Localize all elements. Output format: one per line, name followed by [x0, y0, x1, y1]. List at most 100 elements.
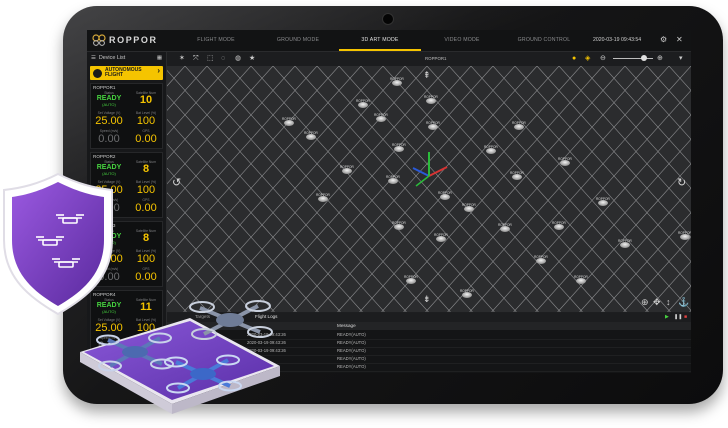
pause-icon[interactable]: ❚❚	[674, 314, 682, 320]
record-icon[interactable]: ●	[572, 54, 576, 63]
axis-gizmo	[412, 152, 448, 187]
grid-view-icon[interactable]: ▦	[157, 55, 162, 61]
anchor-icon[interactable]: ⚓	[678, 298, 689, 307]
drone-marker[interactable]: ROPPOR	[404, 275, 419, 284]
grid-line	[167, 192, 275, 312]
grid-line	[167, 66, 340, 258]
grid-line	[167, 69, 385, 312]
stop-icon[interactable]: ■	[684, 314, 687, 320]
grid-line	[271, 66, 494, 312]
drone-label: ROPPOR	[512, 121, 527, 125]
voltage-cell: Set Voltage (V) 25.00	[92, 111, 126, 127]
gps-cell: GPS 0.00	[129, 129, 163, 145]
log-message: READY(AUTO)	[337, 340, 366, 345]
grid-line	[426, 66, 649, 312]
status-cell: Status READY (AUTO)	[92, 91, 126, 107]
play-icon[interactable]: ▶	[665, 314, 669, 320]
device-card[interactable]: ROPPOR1 Status READY (AUTO) Satellite Nu…	[90, 83, 163, 149]
drone-marker[interactable]: ROPPOR	[392, 143, 407, 152]
grid-line	[338, 66, 561, 312]
drone-label: ROPPOR	[424, 95, 439, 99]
layer-icon[interactable]: ◍	[235, 54, 241, 63]
drone-marker[interactable]: ROPPOR	[460, 289, 475, 298]
tilt-up-icon[interactable]: ⇞	[423, 70, 431, 81]
tab-ground-mode[interactable]: GROUND MODE	[257, 30, 339, 51]
brand-name: ROPPOR	[109, 35, 158, 45]
drone-marker[interactable]: ROPPOR	[552, 221, 567, 230]
zoom-slider[interactable]	[613, 58, 653, 59]
close-icon[interactable]: ✕	[676, 35, 683, 45]
drone-label: ROPPOR	[304, 131, 319, 135]
drone-marker[interactable]: ROPPOR	[574, 275, 589, 284]
grid-line	[337, 66, 560, 312]
grid-line	[167, 241, 231, 312]
drone-label: ROPPOR	[534, 255, 549, 259]
drone-label: ROPPOR	[356, 99, 371, 103]
drone-marker[interactable]: ROPPOR	[618, 239, 633, 248]
drone-marker[interactable]: ROPPOR	[678, 231, 691, 240]
brand-logo: ROPPOR	[92, 34, 158, 46]
drone-label: ROPPOR	[574, 275, 589, 279]
rotate-left-icon[interactable]: ↺	[172, 178, 181, 189]
drone-marker[interactable]: ROPPOR	[510, 171, 525, 180]
device-list-header: ☰ Device List ▦	[87, 52, 166, 64]
mode-tabs: FLIGHT MODE GROUND MODE 3D ART MODE VIDE…	[175, 30, 585, 51]
zoom-slider-handle[interactable]	[641, 55, 647, 61]
grid-line	[360, 66, 583, 312]
autonomous-flight-button[interactable]: AUTONOMOUS FLIGHT ›	[90, 66, 163, 80]
tab-video-mode[interactable]: VIDEO MODE	[421, 30, 503, 51]
device-name: ROPPOR2	[93, 154, 116, 159]
drone-marker[interactable]: ROPPOR	[374, 113, 389, 122]
drone-label: ROPPOR	[374, 113, 389, 117]
gps-value: 0.00	[135, 133, 157, 145]
drone-marker[interactable]: ROPPOR	[424, 95, 439, 104]
zoom-in-icon[interactable]: ⊕	[657, 54, 663, 63]
expand-icon[interactable]: ⤧	[193, 54, 199, 63]
satellite-cell: Satellite Num 8	[129, 229, 163, 244]
drone-platform-illustration	[80, 300, 280, 414]
target-icon[interactable]: ◈	[585, 54, 590, 63]
log-message: READY(AUTO)	[337, 348, 366, 353]
drone-marker[interactable]: ROPPOR	[462, 203, 477, 212]
move-icon[interactable]: ✥	[653, 298, 661, 307]
grid-line	[205, 66, 428, 312]
battery-cell: Bat Level (%) 100	[129, 111, 163, 127]
star-icon[interactable]: ★	[249, 54, 255, 63]
tab-ground-control[interactable]: GROUND CONTROL	[503, 30, 585, 51]
chevron-down-icon[interactable]: ▾	[679, 54, 683, 63]
top-bar: ROPPOR FLIGHT MODE GROUND MODE 3D ART MO…	[87, 30, 691, 52]
grid-line	[167, 66, 230, 136]
gear-icon[interactable]: ⚙	[660, 35, 667, 45]
point-icon[interactable]: ✶	[179, 54, 185, 63]
drone-marker[interactable]: ROPPOR	[498, 223, 513, 232]
drone-grid: ROPPOR ROPPOR ROPPOR ROPPOR ROPPOR ROPPOR ROPP…	[167, 66, 691, 312]
drone-label: ROPPOR	[498, 223, 513, 227]
rotate-right-icon[interactable]: ↻	[677, 178, 686, 189]
tilt-down-icon[interactable]: ⇟	[423, 294, 431, 305]
crosshair-icon[interactable]: ⊕	[641, 298, 649, 307]
3d-viewport[interactable]: ✶ ⤧ ⬚ ◌ ◍ ★ ROPPOR1 ● ◈ ⊖ ⊕ ▾ ROPPOR ROPP…	[167, 52, 691, 312]
vertical-move-icon[interactable]: ↕	[666, 298, 671, 307]
grid-line	[403, 66, 626, 312]
rotate-icon[interactable]: ◌	[221, 54, 225, 63]
drone-marker[interactable]: ROPPOR	[426, 121, 441, 130]
drone-marker[interactable]: ROPPOR	[434, 233, 449, 242]
gps-cell: GPS 0.00	[129, 198, 163, 214]
gps-value: 0.00	[135, 202, 157, 214]
camera-icon	[382, 13, 394, 25]
drone-marker[interactable]: ROPPOR	[340, 165, 355, 174]
grid-line	[646, 66, 691, 116]
drone-marker[interactable]: ROPPOR	[596, 197, 611, 206]
viewport-toolbar: ✶ ⤧ ⬚ ◌ ◍ ★ ROPPOR1 ● ◈ ⊖ ⊕ ▾	[167, 52, 691, 66]
tab-flight-mode[interactable]: FLIGHT MODE	[175, 30, 257, 51]
tab-3d-art-mode[interactable]: 3D ART MODE	[339, 30, 421, 51]
select-icon[interactable]: ⬚	[207, 54, 214, 63]
drone-marker[interactable]: ROPPOR	[438, 191, 453, 200]
drone-marker[interactable]: ROPPOR	[484, 145, 499, 154]
zoom-out-icon[interactable]: ⊖	[600, 54, 606, 63]
grid-line	[167, 289, 187, 312]
drone-marker[interactable]: ROPPOR	[282, 117, 297, 126]
autonomous-flight-label: AUTONOMOUS FLIGHT	[105, 67, 142, 79]
logo-icon	[92, 34, 106, 46]
drone-marker[interactable]: ROPPOR	[390, 77, 405, 86]
